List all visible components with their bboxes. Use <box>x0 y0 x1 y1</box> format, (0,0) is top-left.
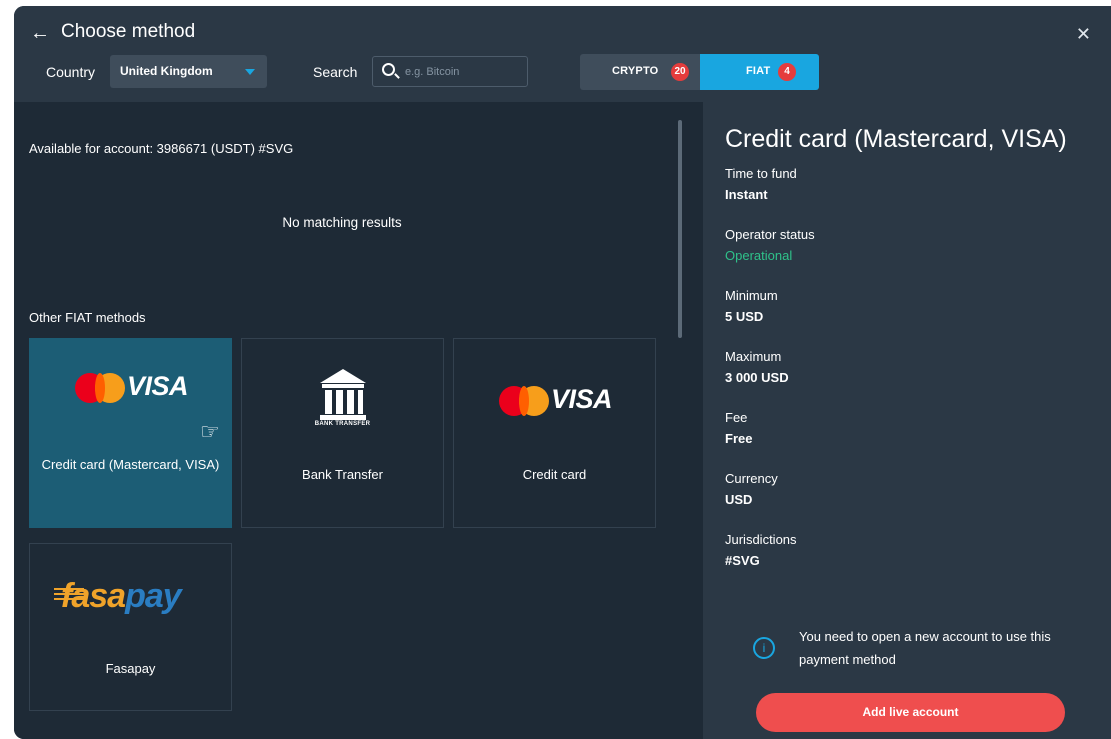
chevron-down-icon <box>245 69 255 75</box>
search-icon <box>382 63 395 76</box>
other-fiat-methods-heading: Other FIAT methods <box>29 310 146 325</box>
visa-logo-icon: VISA <box>551 384 613 414</box>
detail-value: Instant <box>725 187 768 202</box>
detail-minimum: Minimum 5 USD <box>725 286 778 328</box>
method-card-label: Credit card (Mastercard, VISA) <box>41 457 220 472</box>
method-card-label: Bank Transfer <box>302 467 383 482</box>
country-select[interactable]: United Kingdom <box>110 55 267 88</box>
detail-value: 3 000 USD <box>725 370 789 385</box>
detail-key: Jurisdictions <box>725 532 797 547</box>
back-arrow-icon[interactable]: ← <box>30 23 50 43</box>
search-input[interactable] <box>405 63 520 81</box>
method-detail-panel: Credit card (Mastercard, VISA) Time to f… <box>703 102 1111 739</box>
method-card-bank-transfer[interactable]: BANK TRANSFER Bank Transfer <box>241 338 444 528</box>
no-results-message: No matching results <box>282 215 402 230</box>
detail-key: Currency <box>725 471 778 486</box>
notice-text: You need to open a new account to use th… <box>799 629 1051 667</box>
mastercard-logo-icon <box>75 373 125 403</box>
available-for-account-text: Available for account: 3986671 (USDT) #S… <box>29 141 294 156</box>
detail-key: Time to fund <box>725 166 797 181</box>
tab-fiat-label: FIAT <box>746 65 771 77</box>
close-icon[interactable]: ✕ <box>1076 25 1091 43</box>
detail-key: Minimum <box>725 288 778 303</box>
detail-key: Operator status <box>725 227 815 242</box>
dialog-header: ← Choose method ✕ Country United Kingdom… <box>14 6 1111 102</box>
detail-key: Fee <box>725 410 748 425</box>
bank-transfer-logo-caption: BANK TRANSFER <box>314 421 371 427</box>
method-card-label: Fasapay <box>105 661 156 676</box>
detail-value: 5 USD <box>725 309 764 324</box>
fasapay-logo-icon: fasapay <box>61 577 182 615</box>
crypto-count-badge: 20 <box>671 63 689 81</box>
detail-value: Free <box>725 431 753 446</box>
method-card-credit-card[interactable]: VISA Credit card <box>453 338 656 528</box>
crypto-fiat-toggle: CRYPTO 20 FIAT 4 <box>580 54 819 90</box>
methods-panel: Available for account: 3986671 (USDT) #S… <box>14 102 703 739</box>
search-label: Search <box>313 64 358 80</box>
detail-maximum: Maximum 3 000 USD <box>725 347 789 389</box>
dialog-title: Choose method <box>61 21 196 42</box>
detail-value: #SVG <box>725 553 760 568</box>
detail-fee: Fee Free <box>725 408 752 450</box>
detail-operator-status: Operator status Operational <box>725 225 815 267</box>
hand-cursor-icon: ☞ <box>200 419 220 444</box>
detail-time-to-fund: Time to fund Instant <box>725 164 797 206</box>
mastercard-logo-icon <box>499 386 549 416</box>
add-live-account-button[interactable]: Add live account <box>756 693 1065 732</box>
bank-icon <box>320 369 366 420</box>
tab-crypto[interactable]: CRYPTO 20 <box>580 54 700 90</box>
tab-crypto-label: CRYPTO <box>612 65 659 77</box>
method-card-credit-card-mastercard-visa[interactable]: VISA ☞ Credit card (Mastercard, VISA) <box>29 338 232 528</box>
country-label: Country <box>46 64 96 80</box>
account-notice: i You need to open a new account to use … <box>753 625 1073 675</box>
status-operational: Operational <box>725 248 793 263</box>
visa-logo-icon: VISA <box>127 371 189 401</box>
country-value: United Kingdom <box>120 64 213 78</box>
search-box[interactable] <box>372 56 528 87</box>
method-detail-title: Credit card (Mastercard, VISA) <box>725 125 1067 153</box>
detail-currency: Currency USD <box>725 469 778 511</box>
info-icon: i <box>753 637 775 659</box>
scrollbar[interactable] <box>678 120 682 338</box>
method-card-fasapay[interactable]: fasapay Fasapay <box>29 543 232 711</box>
method-card-label: Credit card <box>522 467 587 482</box>
choose-method-dialog: ← Choose method ✕ Country United Kingdom… <box>14 6 1111 739</box>
detail-value: USD <box>725 492 753 507</box>
fiat-count-badge: 4 <box>778 63 796 81</box>
tab-fiat[interactable]: FIAT 4 <box>700 54 819 90</box>
detail-jurisdictions: Jurisdictions #SVG <box>725 530 797 572</box>
detail-key: Maximum <box>725 349 782 364</box>
